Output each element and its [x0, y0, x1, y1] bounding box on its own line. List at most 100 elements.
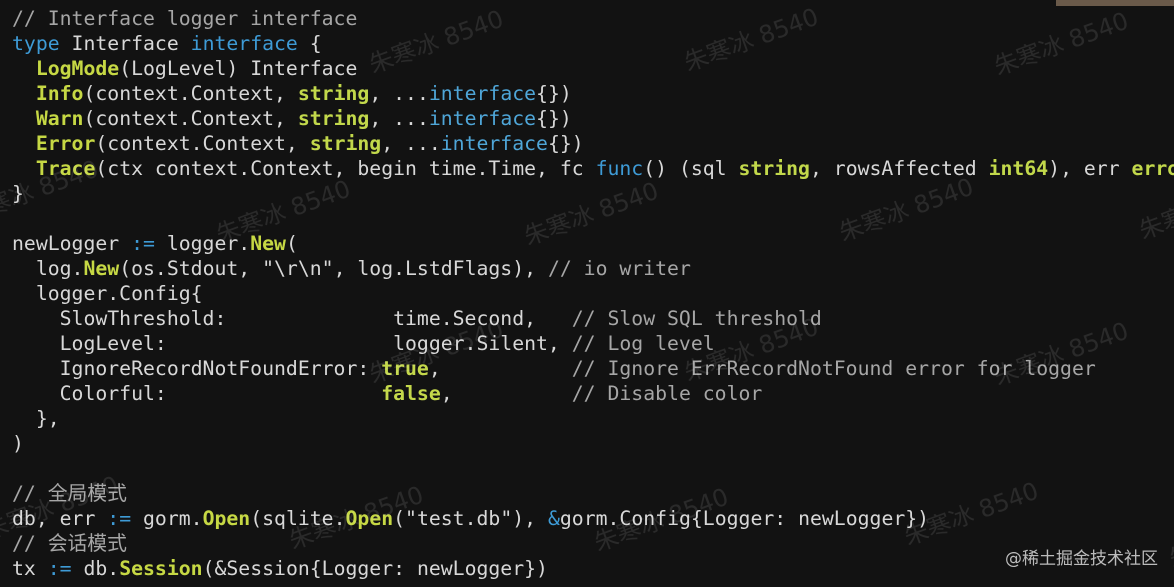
code-token: New [83, 257, 120, 280]
code-token: gorm.Config{Logger: newLogger}) [559, 507, 930, 530]
code-token: , ... [369, 82, 429, 105]
code-token: db. [71, 557, 120, 580]
code-token: (context.Context, [95, 132, 310, 155]
code-token: // Disable color [571, 382, 763, 405]
code-token: Session [119, 557, 203, 580]
code-line: tx := db.Session(&Session{Logger: newLog… [12, 556, 1174, 581]
code-token: Info [35, 82, 84, 105]
code-token: (&Session{Logger: newLogger}) [202, 557, 548, 580]
code-token: , ... [381, 132, 441, 155]
code-line: logger.Config{ [12, 281, 1174, 306]
code-token: // Ignore ErrRecordNotFound error for lo… [571, 357, 1096, 380]
code-token: SlowThreshold: time.Second, [12, 307, 572, 330]
code-token: (context.Context, [83, 107, 298, 130]
code-token: string [309, 132, 382, 155]
code-token: LogLevel: logger.Silent, [12, 332, 572, 355]
code-token: LogMode [35, 57, 120, 80]
code-token: string [297, 82, 370, 105]
code-token: } [12, 182, 24, 205]
code-token: func [595, 157, 644, 180]
code-token: interface [428, 107, 537, 130]
code-line: db, err := gorm.Open(sqlite.Open("test.d… [12, 506, 1174, 531]
code-token: false [381, 382, 441, 405]
code-token: ( [285, 232, 298, 255]
code-line: ) [12, 431, 1174, 456]
code-line: Info(context.Context, string, ...interfa… [12, 81, 1174, 106]
code-token: db, err [12, 507, 108, 530]
code-line: LogMode(LogLevel) Interface [12, 56, 1174, 81]
code-line: Warn(context.Context, string, ...interfa… [12, 106, 1174, 131]
code-token: gorm. [131, 507, 203, 530]
code-line: // Interface logger interface [12, 6, 1174, 31]
code-token: interface [440, 132, 548, 155]
code-token: ) [12, 432, 24, 455]
code-token: // io writer [547, 257, 691, 280]
code-line: Colorful: false, // Disable color [12, 381, 1174, 406]
code-token: & [547, 507, 560, 530]
code-line: // 会话模式 [12, 531, 1174, 556]
code-token: {}) [536, 107, 572, 130]
brand-watermark: @稀土掘金技术社区 [1005, 549, 1158, 569]
code-token: (context.Context, [83, 82, 298, 105]
code-token: Open [202, 507, 251, 530]
code-token: }, [12, 407, 60, 430]
code-line: newLogger := logger.New( [12, 231, 1174, 256]
code-token: , ... [369, 107, 429, 130]
code-token: // Slow SQL threshold [571, 307, 822, 330]
code-screenshot: // Interface logger interface type Interf… [0, 0, 1174, 587]
code-token: (ctx context.Context, begin time.Time, f… [95, 157, 596, 180]
code-token: Error [35, 132, 96, 155]
code-token: ), err [1048, 157, 1132, 180]
code-token: interface [428, 82, 537, 105]
code-token: IgnoreRecordNotFoundError: [12, 357, 382, 380]
code-token: // Log level [571, 332, 715, 355]
code-token: Open [345, 507, 394, 530]
code-token: Warn [35, 107, 84, 130]
code-token: {}) [547, 132, 584, 155]
code-token: true [381, 357, 429, 380]
code-line: SlowThreshold: time.Second, // Slow SQL … [12, 306, 1174, 331]
code-token: New [250, 232, 286, 255]
code-line: LogLevel: logger.Silent, // Log level [12, 331, 1174, 356]
code-token: { [297, 32, 322, 55]
code-token: ("test.db"), [393, 507, 548, 530]
code-token: () (sql [643, 157, 739, 180]
code-line: Error(context.Context, string, ...interf… [12, 131, 1174, 156]
code-token: logger. [154, 232, 251, 255]
code-token: Trace [35, 157, 96, 180]
code-token: tx [12, 557, 48, 580]
code-token: , [440, 382, 572, 405]
code-token: string [738, 157, 810, 180]
code-line: }, [12, 406, 1174, 431]
code-line: // 全局模式 [12, 481, 1174, 506]
code-token: // Interface logger interface [12, 7, 358, 30]
code-token: , rowsAffected [809, 157, 989, 180]
code-token: logger.Config{ [12, 282, 203, 305]
code-token: log. [12, 257, 84, 280]
code-line: IgnoreRecordNotFoundError: true, // Igno… [12, 356, 1174, 381]
code-token: string [297, 107, 370, 130]
code-line: log.New(os.Stdout, "\r\n", log.LstdFlags… [12, 256, 1174, 281]
code-token: Colorful: [12, 382, 382, 405]
code-token: , [428, 357, 572, 380]
code-token: // 全局模式 [12, 482, 127, 505]
code-token: := [107, 507, 132, 530]
code-line: type Interface interface { [12, 31, 1174, 56]
code-line: Trace(ctx context.Context, begin time.Ti… [12, 156, 1174, 181]
code-token: {}) [536, 82, 572, 105]
code-token: := [131, 232, 155, 255]
code-token: // 会话模式 [12, 532, 127, 555]
code-token: := [47, 557, 72, 580]
code-token: Interface [59, 32, 191, 55]
code-token: int64 [988, 157, 1049, 180]
code-token: error [1131, 157, 1174, 180]
code-token: interface [190, 32, 298, 55]
code-token: (sqlite. [250, 507, 346, 530]
code-line: } [12, 181, 1174, 206]
